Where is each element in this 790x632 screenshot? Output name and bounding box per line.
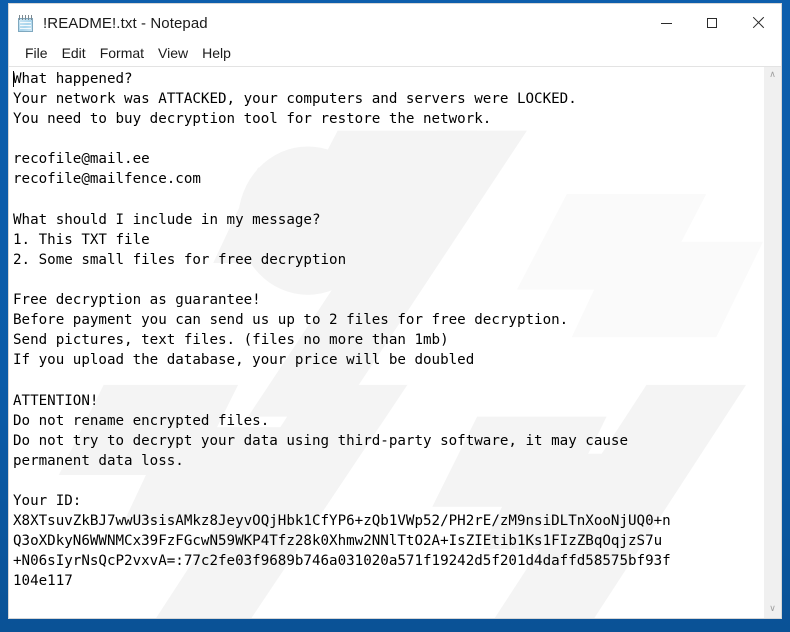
notepad-window: !README!.txt - Notepad File Edit Format …: [8, 3, 782, 619]
close-icon: [752, 17, 764, 29]
ransom-note-text[interactable]: What happened? Your network was ATTACKED…: [9, 67, 763, 591]
window-controls: [643, 4, 781, 42]
scroll-up-arrow[interactable]: ∧: [764, 67, 781, 84]
title-bar[interactable]: !README!.txt - Notepad: [9, 4, 781, 42]
maximize-icon: [707, 18, 717, 28]
editor-area: What happened? Your network was ATTACKED…: [9, 66, 781, 618]
minimize-icon: [660, 22, 672, 24]
menu-item-file[interactable]: File: [18, 43, 55, 65]
menu-bar: File Edit Format View Help: [9, 42, 781, 66]
menu-item-edit[interactable]: Edit: [55, 43, 93, 65]
menu-item-view[interactable]: View: [151, 43, 195, 65]
menu-item-help[interactable]: Help: [195, 43, 238, 65]
minimize-button[interactable]: [643, 4, 689, 42]
maximize-button[interactable]: [689, 4, 735, 42]
desktop-background: !README!.txt - Notepad File Edit Format …: [0, 0, 790, 632]
scroll-down-arrow[interactable]: ∨: [764, 601, 781, 618]
text-caret: [13, 71, 14, 87]
close-button[interactable]: [735, 4, 781, 42]
scrollbar-track[interactable]: [764, 84, 781, 601]
vertical-scrollbar[interactable]: ∧ ∨: [763, 67, 781, 618]
menu-item-format[interactable]: Format: [93, 43, 151, 65]
text-editor[interactable]: What happened? Your network was ATTACKED…: [9, 67, 763, 618]
window-title: !README!.txt - Notepad: [43, 14, 208, 32]
notepad-icon: [18, 14, 35, 32]
